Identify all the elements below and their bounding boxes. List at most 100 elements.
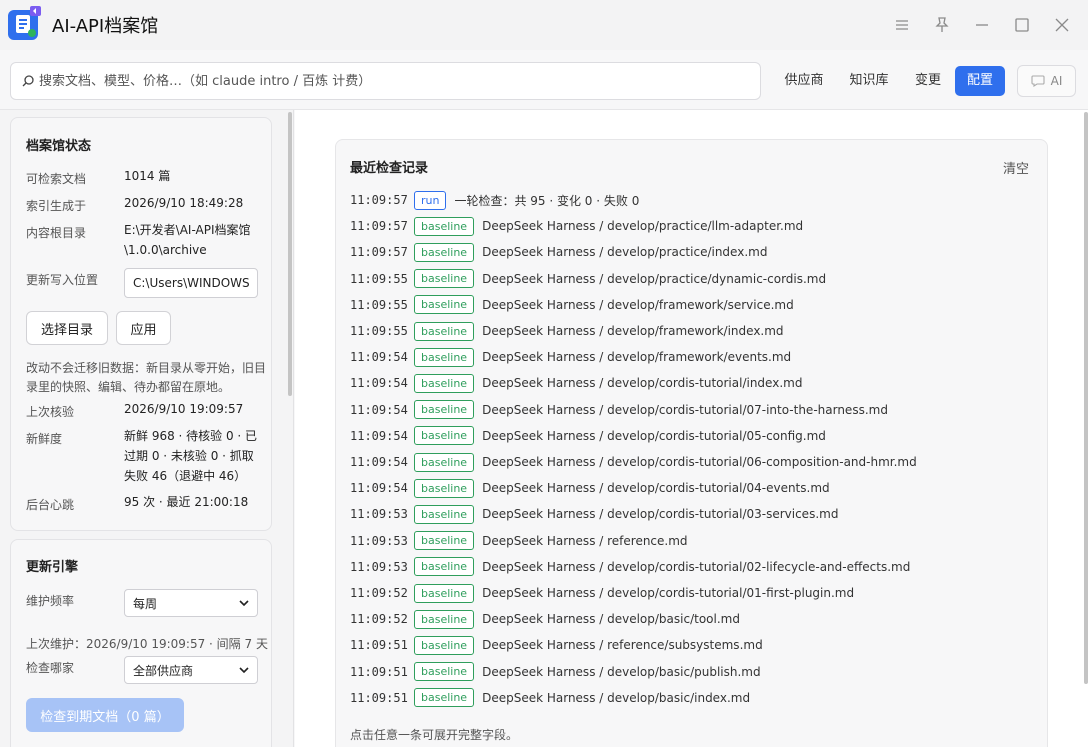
minimize-icon[interactable] [971, 14, 993, 36]
baseline-badge: baseline [414, 478, 475, 498]
log-row[interactable]: 11:09:52 baseline DeepSeek Harness / devel… [350, 609, 740, 629]
last-maintenance-text: 上次维护：2026/9/10 19:09:57 · 间隔 7 天 [26, 637, 268, 651]
log-row[interactable]: 11:09:54 baseline DeepSeek Harness / devel… [350, 373, 802, 393]
log-row[interactable]: 11:09:57 run 一轮检查：共 95 · 变化 0 · 失败 0 [350, 190, 639, 210]
log-row[interactable]: 11:09:54 baseline DeepSeek Harness / devel… [350, 347, 791, 367]
last-check-label: 上次核验 [26, 405, 75, 419]
log-time: 11:09:51 [350, 638, 408, 653]
root-label: 内容根目录 [26, 226, 87, 240]
last-check-value: 2026/9/10 19:09:57 [124, 402, 244, 416]
run-badge: run [414, 190, 447, 210]
clear-button[interactable]: 清空 [1003, 158, 1029, 177]
log-time: 11:09:51 [350, 664, 408, 679]
write-location-input[interactable] [124, 268, 258, 298]
provider-select[interactable]: 全部供应商 [124, 656, 258, 684]
log-text: DeepSeek Harness / develop/practice/dyna… [482, 271, 827, 286]
which-provider-label: 检查哪家 [26, 661, 75, 675]
index-label: 索引生成于 [26, 199, 87, 213]
baseline-badge: baseline [414, 635, 475, 655]
provider-select-value: 全部供应商 [133, 663, 194, 678]
log-time: 11:09:55 [350, 324, 408, 338]
log-time: 11:09:55 [350, 297, 408, 312]
nav-changes[interactable]: 变更 [908, 66, 948, 96]
check-due-docs-button[interactable]: 检查到期文档（0 篇） [26, 698, 184, 732]
docs-value: 1014 篇 [124, 169, 171, 183]
log-text: DeepSeek Harness / develop/cordis-tutori… [482, 376, 803, 391]
frequency-label: 维护频率 [26, 594, 75, 608]
baseline-badge: baseline [414, 216, 475, 236]
menu-icon[interactable] [891, 14, 913, 36]
log-row[interactable]: 11:09:55 baseline DeepSeek Harness / devel… [350, 295, 794, 315]
pin-icon[interactable] [931, 14, 953, 36]
main-scrollbar[interactable] [1084, 112, 1088, 684]
log-text: DeepSeek Harness / develop/basic/publish… [482, 664, 761, 679]
log-time: 11:09:54 [350, 350, 408, 365]
log-row[interactable]: 11:09:51 baseline DeepSeek Harness / refer… [350, 635, 763, 655]
frequency-select[interactable]: 每周 [124, 589, 258, 617]
log-row[interactable]: 11:09:53 baseline DeepSeek Harness / devel… [350, 557, 910, 577]
nav-knowledge[interactable]: 知识库 [843, 66, 895, 96]
baseline-badge: baseline [414, 269, 475, 289]
log-time: 11:09:52 [350, 612, 408, 627]
log-text: DeepSeek Harness / develop/practice/inde… [482, 245, 768, 260]
baseline-badge: baseline [414, 426, 475, 446]
log-text: DeepSeek Harness / develop/framework/ind… [482, 324, 784, 338]
archive-status-title: 档案馆状态 [26, 139, 92, 154]
log-row[interactable]: 11:09:54 baseline DeepSeek Harness / devel… [350, 400, 888, 420]
log-row[interactable]: 11:09:55 baseline DeepSeek Harness / devel… [350, 269, 826, 289]
log-row[interactable]: 11:09:51 baseline DeepSeek Harness / devel… [350, 662, 761, 682]
apply-button[interactable]: 应用 [116, 311, 171, 345]
ai-button-label: AI [1050, 74, 1063, 88]
docs-label: 可检索文档 [26, 172, 87, 186]
baseline-badge: baseline [414, 373, 475, 393]
log-text: DeepSeek Harness / develop/framework/eve… [482, 350, 792, 365]
log-text: DeepSeek Harness / develop/cordis-tutori… [482, 586, 855, 600]
log-row[interactable]: 11:09:53 baseline DeepSeek Harness / devel… [350, 504, 838, 524]
log-text: DeepSeek Harness / reference.md [482, 533, 688, 548]
heartbeat-label: 后台心跳 [26, 498, 75, 512]
log-row[interactable]: 11:09:57 baseline DeepSeek Harness / devel… [350, 216, 803, 236]
log-time: 11:09:53 [350, 533, 408, 548]
log-time: 11:09:55 [350, 271, 408, 286]
frequency-select-value: 每周 [133, 596, 158, 611]
log-row[interactable]: 11:09:54 baseline DeepSeek Harness / devel… [350, 478, 830, 498]
baseline-badge: baseline [414, 321, 475, 341]
log-row[interactable]: 11:09:54 baseline DeepSeek Harness / devel… [350, 426, 826, 446]
nav-config[interactable]: 配置 [955, 66, 1005, 96]
update-engine-card: 更新引擎 维护频率 每周 上次维护：2026/9/10 19:09:57 · 间… [10, 539, 272, 747]
close-icon[interactable] [1051, 14, 1073, 36]
log-text: DeepSeek Harness / develop/cordis-tutori… [482, 481, 830, 496]
log-row[interactable]: 11:09:53 baseline DeepSeek Harness / refer… [350, 531, 688, 551]
chevron-down-icon [239, 666, 249, 673]
baseline-badge: baseline [414, 400, 475, 420]
log-time: 11:09:54 [350, 455, 408, 469]
log-time: 11:09:51 [350, 690, 408, 705]
log-time: 11:09:54 [350, 428, 408, 443]
chat-bubble-icon [1031, 75, 1045, 87]
ai-button[interactable]: AI [1017, 65, 1076, 97]
search-input[interactable] [39, 65, 749, 97]
log-row[interactable]: 11:09:54 baseline DeepSeek Harness / devel… [350, 452, 917, 472]
log-text: 一轮检查：共 95 · 变化 0 · 失败 0 [454, 193, 640, 208]
choose-directory-button[interactable]: 选择目录 [26, 311, 108, 345]
maximize-icon[interactable] [1011, 14, 1033, 36]
nav-providers[interactable]: 供应商 [779, 66, 829, 96]
index-value: 2026/9/10 18:49:28 [124, 196, 244, 210]
log-row[interactable]: 11:09:57 baseline DeepSeek Harness / devel… [350, 242, 767, 262]
log-row[interactable]: 11:09:52 baseline DeepSeek Harness / devel… [350, 583, 854, 603]
log-time: 11:09:53 [350, 559, 408, 574]
baseline-badge: baseline [414, 662, 475, 682]
sidebar-scrollbar[interactable] [288, 112, 292, 396]
log-row[interactable]: 11:09:55 baseline DeepSeek Harness / devel… [350, 321, 784, 341]
baseline-badge: baseline [414, 347, 475, 367]
log-text: DeepSeek Harness / develop/cordis-tutori… [482, 507, 839, 522]
toolbar: 供应商 知识库 变更 配置 AI [0, 50, 1088, 110]
log-footnote: 点击任意一条可展开完整字段。 [350, 728, 519, 742]
log-time: 11:09:57 [350, 245, 408, 260]
log-text: DeepSeek Harness / develop/practice/llm-… [482, 219, 804, 234]
baseline-badge: baseline [414, 452, 475, 472]
log-row[interactable]: 11:09:51 baseline DeepSeek Harness / devel… [350, 688, 750, 708]
search-box[interactable] [10, 62, 761, 100]
log-time: 11:09:54 [350, 481, 408, 496]
migration-note: 改动不会迁移旧数据：新目录从零开始，旧目录里的快照、编辑、待办都留在原地。 [26, 361, 267, 394]
